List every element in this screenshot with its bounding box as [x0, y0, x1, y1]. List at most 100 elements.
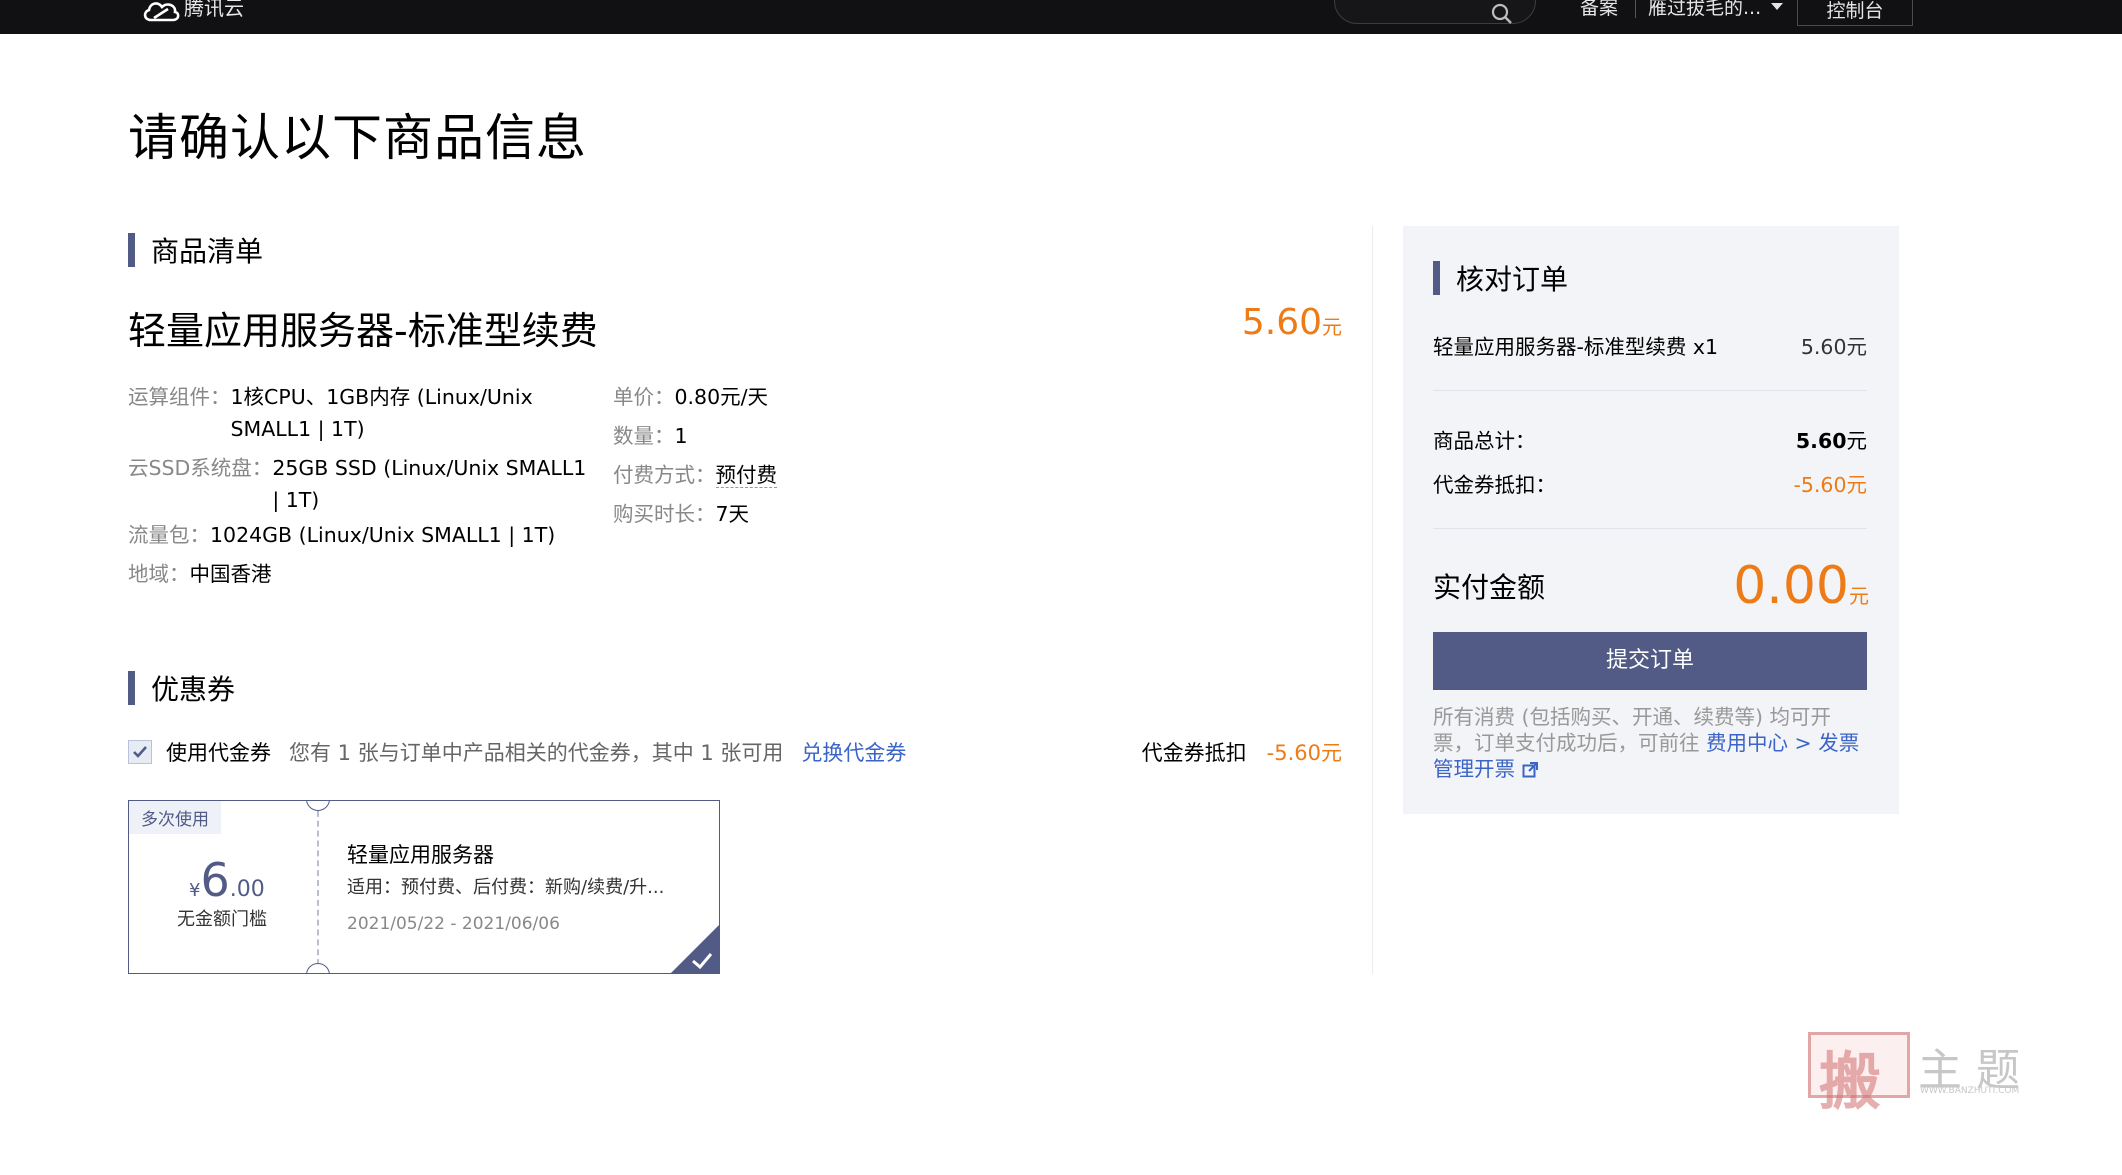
spec-value: 7天 [715, 502, 750, 526]
coupon-amount: ¥6.00 [189, 853, 265, 907]
selected-check-icon [671, 925, 719, 973]
heading-accent-bar [128, 233, 135, 267]
coupon-validity: 2021/05/22 - 2021/06/06 [347, 914, 560, 934]
chevron-down-icon [1771, 3, 1784, 10]
heading-accent-bar [128, 671, 135, 705]
spec-item: 购买时长：7天 [613, 495, 777, 534]
spec-key: 付费方式： [613, 463, 716, 487]
coupon-tag: 多次使用 [129, 801, 221, 834]
summary-total-value: 5.60元 [1796, 424, 1867, 454]
spec-key: 运算组件： [128, 385, 231, 409]
coupon-scope: 适用：预付费、后付费：新购/续费/升... [347, 877, 665, 898]
use-coupon-label[interactable]: 使用代金券 [166, 737, 271, 767]
spec-value: 1024GB (Linux/Unix SMALL1 | 1T) [210, 523, 556, 547]
top-nav: 腾讯云 备案 雁过拔毛的... 控制台 [0, 0, 2122, 34]
spec-key: 流量包： [128, 523, 210, 547]
coupon-currency: ¥ [189, 880, 201, 901]
spec-item: 云SSD系统盘： 25GB SSD (Linux/Unix SMALL1 | 1… [128, 449, 588, 516]
product-section-title: 商品清单 [151, 235, 264, 268]
coupon-threshold: 无金额门槛 [177, 909, 267, 930]
summary-item-row: 轻量应用服务器-标准型续费 x1 5.60元 [1433, 330, 1867, 360]
cloud-logo-icon [143, 2, 180, 22]
order-summary-panel: 核对订单 轻量应用服务器-标准型续费 x1 5.60元 商品总计： 5.60元 … [1403, 226, 1899, 814]
spec-item: 运算组件： 1核CPU、1GB内存 (Linux/Unix SMALL1 | 1… [128, 378, 588, 445]
product-price-value: 5.60 [1241, 302, 1322, 343]
external-link-icon [1522, 762, 1538, 778]
invoice-note: 所有消费 (包括购买、开通、续费等) 均可开票，订单支付成功后，可前往 费用中心… [1433, 704, 1867, 782]
coupon-amount-dec: .00 [229, 877, 265, 902]
spec-item: 单价：0.80元/天 [613, 378, 777, 417]
coupon-deduction-amount: -5.60元 [1266, 741, 1342, 765]
page-title: 请确认以下商品信息 [128, 109, 587, 167]
summary-total-unit: 元 [1846, 429, 1868, 453]
brand-name: 腾讯云 [184, 0, 244, 20]
pay-amount-unit: 元 [1849, 584, 1869, 608]
spec-value: 0.80元/天 [674, 385, 769, 409]
spec-item: 地域： 中国香港 [128, 555, 588, 594]
summary-coupon-row: 代金券抵扣： -5.60元 [1433, 468, 1867, 498]
coupon-product: 轻量应用服务器 [347, 843, 494, 867]
summary-coupon-value: -5.60元 [1793, 473, 1867, 497]
nav-divider [1635, 0, 1636, 18]
coupon-divider [317, 801, 319, 973]
coupon-section-title: 优惠券 [151, 673, 236, 706]
spec-value: 1核CPU、1GB内存 (Linux/Unix SMALL1 | 1T) [230, 385, 533, 441]
heading-accent-bar [1433, 261, 1440, 295]
coupon-notch [306, 801, 330, 811]
summary-divider [1433, 390, 1867, 391]
pay-amount-value: 0.00 [1733, 556, 1849, 616]
coupon-row: 使用代金券 您有 1 张与订单中产品相关的代金券，其中 1 张可用 兑换代金券 … [128, 736, 1342, 768]
summary-total-label: 商品总计： [1433, 429, 1536, 453]
coupon-notch [306, 963, 330, 973]
nav-beian-link[interactable]: 备案 [1580, 0, 1618, 18]
product-price-unit: 元 [1322, 315, 1342, 339]
spec-key: 云SSD系统盘： [128, 456, 273, 480]
spec-key: 数量： [613, 424, 675, 448]
watermark-seal: 搬 [1808, 1032, 1910, 1118]
watermark-url: WWW.BANZHUTI.COM [1920, 1086, 2020, 1096]
spec-item: 数量：1 [613, 417, 777, 456]
pay-amount-label: 实付金额 [1433, 571, 1546, 604]
spec-list-left: 运算组件： 1核CPU、1GB内存 (Linux/Unix SMALL1 | 1… [128, 378, 588, 594]
summary-heading: 核对订单 [1433, 258, 1568, 298]
spec-value: 1 [674, 424, 688, 448]
spec-list-right: 单价：0.80元/天 数量：1 付费方式：预付费 购买时长：7天 [613, 378, 777, 534]
summary-title: 核对订单 [1456, 263, 1569, 296]
console-button[interactable]: 控制台 [1797, 0, 1913, 26]
coupon-deduction: 代金券抵扣 -5.60元 [1142, 737, 1342, 767]
use-coupon-checkbox[interactable] [128, 740, 152, 764]
summary-item-price: 5.60元 [1800, 335, 1867, 359]
spec-item: 流量包： 1024GB (Linux/Unix SMALL1 | 1T) [128, 516, 588, 555]
coupon-amount-int: 6 [200, 853, 230, 907]
spec-key: 单价： [613, 385, 675, 409]
search-input[interactable] [1334, 0, 1536, 24]
spec-key: 地域： [128, 562, 190, 586]
coupon-deduction-label: 代金券抵扣 [1141, 741, 1247, 765]
submit-order-button[interactable]: 提交订单 [1433, 632, 1867, 690]
coupon-card[interactable]: 多次使用 ¥6.00 无金额门槛 轻量应用服务器 适用：预付费、后付费：新购/续… [128, 800, 720, 974]
spec-value: 中国香港 [189, 562, 272, 586]
check-icon [133, 746, 147, 758]
column-divider [1372, 226, 1373, 974]
watermark-seal-char: 搬 [1819, 1045, 1882, 1118]
billing-mode-tooltip[interactable]: 预付费 [715, 463, 777, 488]
search-icon[interactable] [1491, 3, 1513, 25]
summary-total-number: 5.60 [1795, 429, 1847, 453]
spec-key: 购买时长： [613, 502, 716, 526]
watermark: 搬 主题 WWW.BANZHUTI.COM [1808, 1032, 2040, 1118]
pay-amount: 0.00元 [1733, 556, 1869, 616]
user-menu[interactable]: 雁过拔毛的... [1648, 0, 1784, 19]
exchange-coupon-link[interactable]: 兑换代金券 [801, 737, 906, 767]
spec-value: 25GB SSD (Linux/Unix SMALL1 | 1T) [272, 456, 587, 512]
spec-item: 付费方式：预付费 [613, 456, 777, 495]
product-section-heading: 商品清单 [128, 230, 263, 270]
product-name: 轻量应用服务器-标准型续费 [128, 309, 598, 353]
summary-coupon-label: 代金券抵扣： [1433, 473, 1556, 497]
summary-item-name: 轻量应用服务器-标准型续费 x1 [1433, 335, 1719, 359]
product-price: 5.60元 [1242, 302, 1342, 343]
summary-total-row: 商品总计： 5.60元 [1433, 424, 1867, 454]
summary-divider [1433, 528, 1867, 529]
coupon-availability-text: 您有 1 张与订单中产品相关的代金券，其中 1 张可用 [289, 741, 784, 765]
user-name: 雁过拔毛的... [1648, 0, 1762, 19]
brand-logo[interactable]: 腾讯云 [142, 0, 244, 34]
